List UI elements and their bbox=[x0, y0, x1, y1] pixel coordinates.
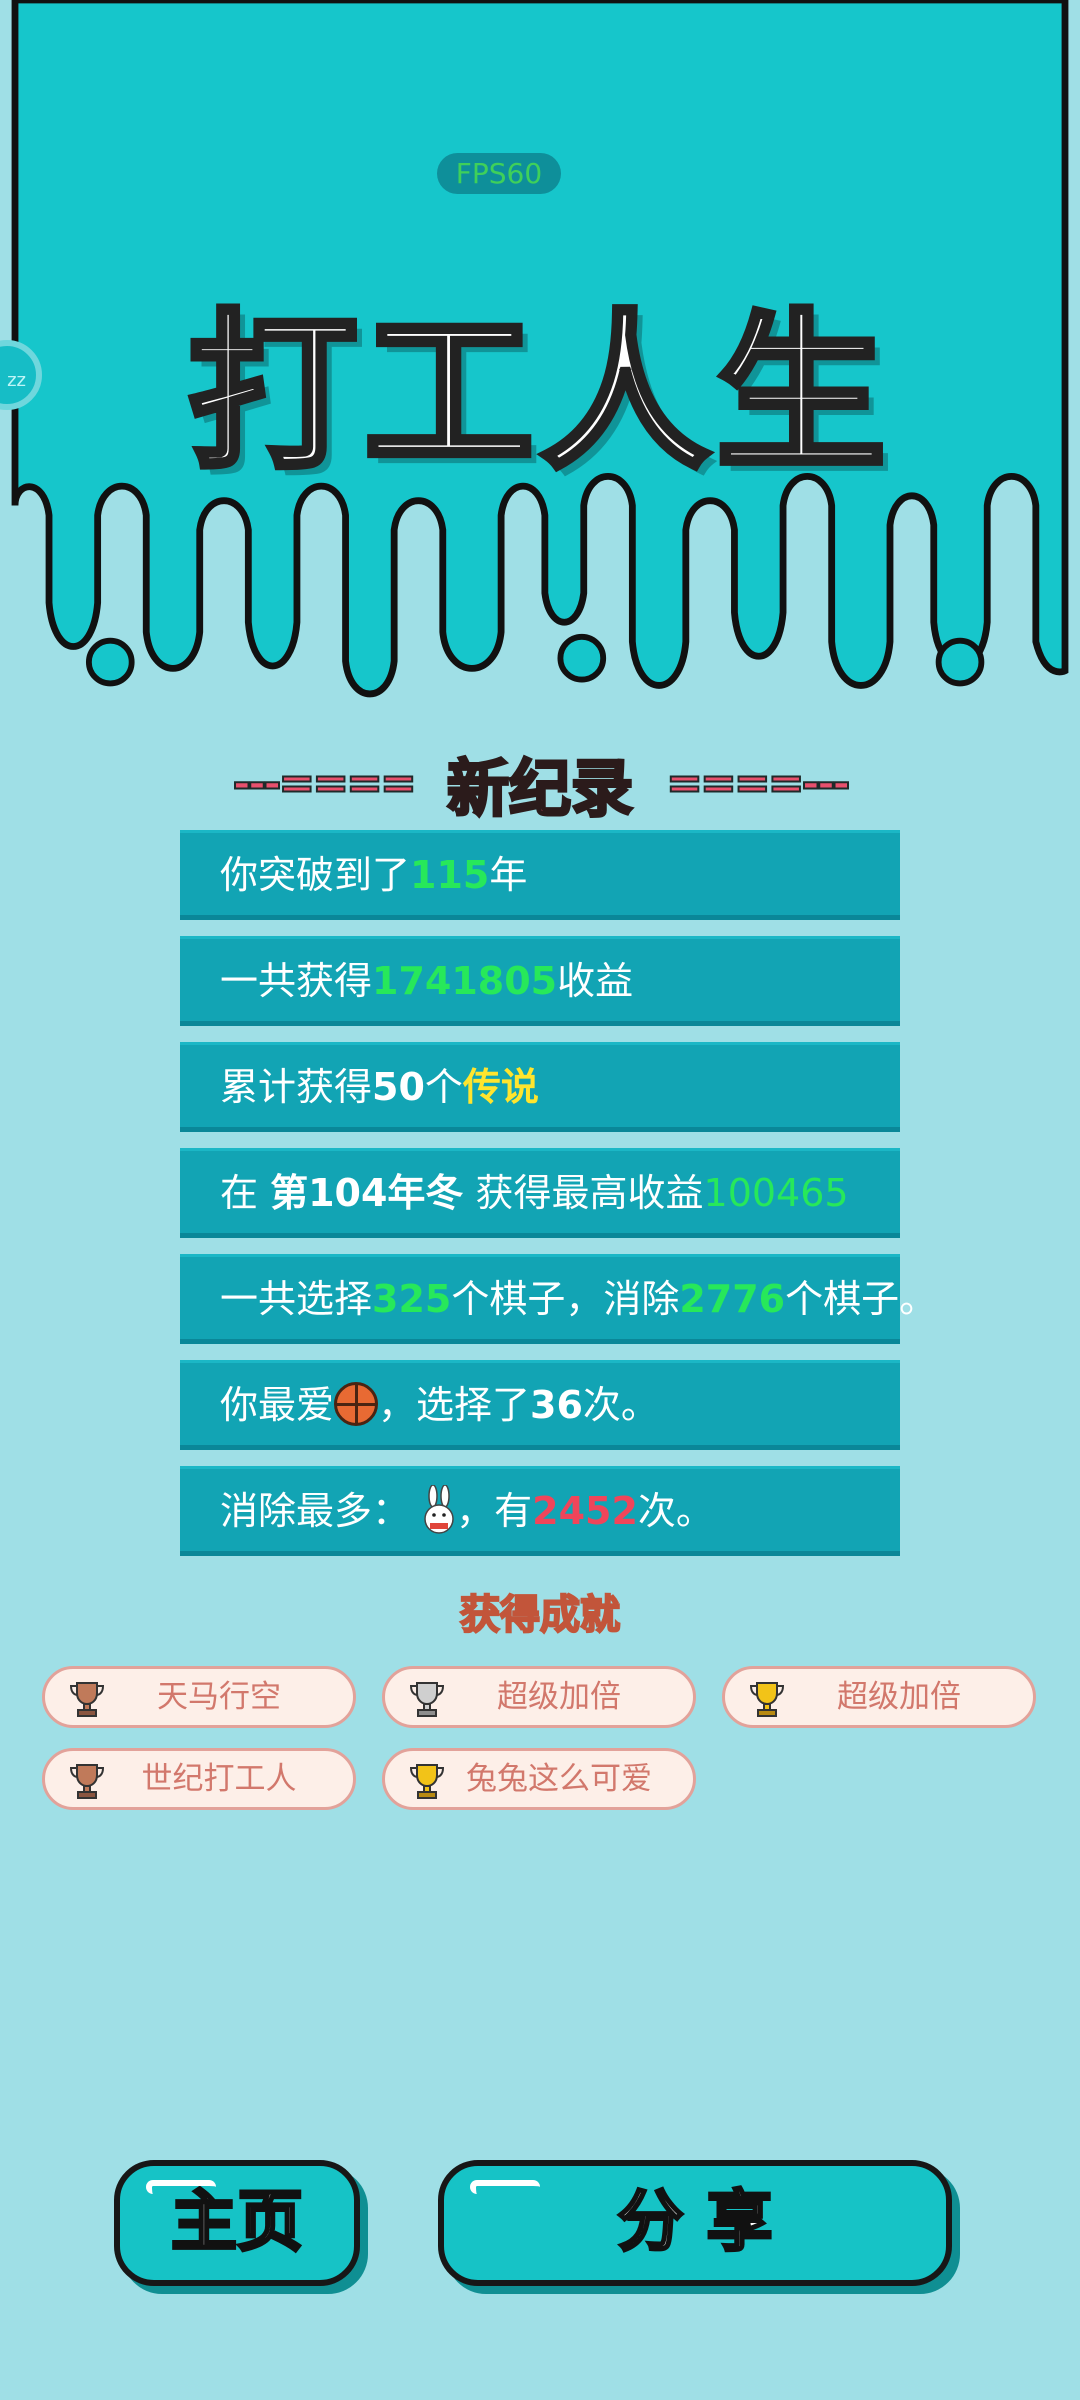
stat-text: 消除最多： bbox=[220, 1489, 411, 1533]
achievement-label: 天马行空 bbox=[157, 1679, 281, 1715]
share-button-label: 分 享 bbox=[616, 2182, 774, 2262]
stat-text: 个 bbox=[424, 1065, 463, 1109]
stat-text: 次。 bbox=[582, 1383, 659, 1427]
stat-favorite: 你最爱 ，选择了36次。 bbox=[180, 1360, 900, 1450]
achievement-pill[interactable]: 世纪打工人 bbox=[42, 1748, 356, 1810]
stat-text: 你突破到了 bbox=[220, 853, 411, 897]
share-button[interactable]: 分 享 bbox=[438, 2160, 952, 2286]
trophy-silver-icon bbox=[409, 1682, 445, 1717]
achievement-pill[interactable]: 天马行空 bbox=[42, 1666, 356, 1728]
record-right-deco: ====--- bbox=[665, 757, 851, 810]
stat-text: 个棋子。 bbox=[785, 1277, 938, 1321]
stat-eliminated: 消除最多： ，有2452次。 bbox=[180, 1466, 900, 1556]
stat-number: 2776 bbox=[679, 1277, 786, 1321]
stat-number: 50 bbox=[372, 1065, 425, 1109]
home-button-label: 主页 bbox=[170, 2182, 305, 2262]
achievement-label: 超级加倍 bbox=[837, 1679, 961, 1715]
trophy-bronze-icon bbox=[69, 1764, 105, 1799]
achievement-label: 世纪打工人 bbox=[141, 1761, 297, 1797]
achievement-pill[interactable]: 兔兔这么可爱 bbox=[382, 1748, 696, 1810]
stat-years: 你突破到了115年 bbox=[180, 830, 900, 920]
stat-text: 一共获得 bbox=[220, 959, 373, 1003]
record-left-deco: ---==== bbox=[232, 757, 418, 810]
achievements-title: 获得成就 bbox=[459, 1591, 621, 1639]
trophy-gold-icon bbox=[409, 1764, 445, 1799]
achievement-pill[interactable]: 超级加倍 bbox=[722, 1666, 1036, 1728]
new-record-header: ---==== 新纪录 ====--- bbox=[0, 738, 1080, 827]
stat-income: 一共获得1741805收益 bbox=[180, 936, 900, 1026]
achievement-label: 超级加倍 bbox=[497, 1679, 621, 1715]
basketball-icon bbox=[334, 1381, 379, 1426]
stat-text: 获得最高收益 bbox=[463, 1171, 704, 1215]
stat-season: 第104年冬 bbox=[270, 1171, 464, 1215]
stat-text: 次。 bbox=[637, 1489, 714, 1533]
game-title: 打工人生 bbox=[185, 292, 892, 496]
stat-text: 年 bbox=[489, 853, 528, 897]
record-word: 新纪录 bbox=[445, 751, 634, 827]
legend-tag: 传说 bbox=[462, 1065, 539, 1109]
trophy-bronze-icon bbox=[69, 1682, 105, 1717]
stat-text: 一共选择 bbox=[220, 1277, 373, 1321]
button-shine bbox=[146, 2180, 216, 2194]
stat-number: 100465 bbox=[703, 1171, 849, 1215]
stat-text: ，有 bbox=[456, 1489, 533, 1533]
stat-number: 325 bbox=[372, 1277, 452, 1321]
stat-text: 在 bbox=[220, 1171, 271, 1215]
achievement-label: 兔兔这么可爱 bbox=[466, 1761, 652, 1797]
stat-number: 36 bbox=[530, 1383, 583, 1427]
rabbit-icon bbox=[424, 1484, 454, 1534]
stat-legend: 累计获得50个传说 bbox=[180, 1042, 900, 1132]
stat-text: 你最爱 bbox=[220, 1383, 335, 1427]
stat-number: 1741805 bbox=[372, 959, 558, 1003]
fps-indicator: FPS60 bbox=[437, 153, 561, 194]
stat-text: 个棋子，消除 bbox=[451, 1277, 680, 1321]
stat-best-income: 在 第104年冬 获得最高收益100465 bbox=[180, 1148, 900, 1238]
stat-number: 115 bbox=[410, 853, 490, 897]
stat-number: 2452 bbox=[532, 1489, 638, 1533]
stat-pieces: 一共选择325个棋子，消除2776个棋子。 bbox=[180, 1254, 937, 1344]
button-shine bbox=[470, 2180, 540, 2194]
achievement-pill[interactable]: 超级加倍 bbox=[382, 1666, 696, 1728]
stat-text: 累计获得 bbox=[220, 1065, 373, 1109]
stat-text: ，选择了 bbox=[378, 1383, 531, 1427]
home-button[interactable]: 主页 bbox=[114, 2160, 360, 2286]
trophy-gold-icon bbox=[749, 1682, 785, 1717]
stat-text: 收益 bbox=[557, 959, 634, 1003]
